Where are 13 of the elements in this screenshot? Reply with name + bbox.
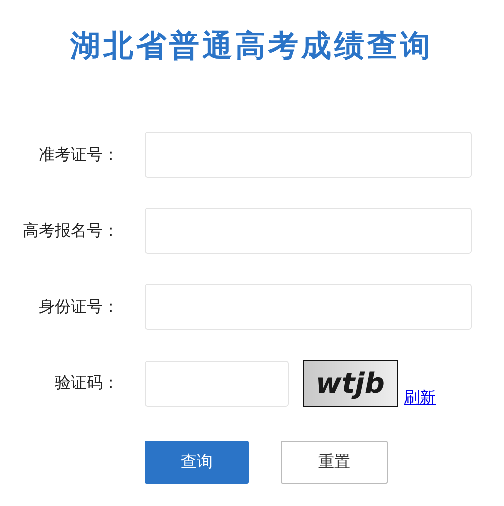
field-label: 准考证号： (39, 144, 120, 166)
query-button[interactable]: 查询 (145, 441, 249, 484)
input-field[interactable] (145, 208, 472, 254)
refresh-link[interactable]: 刷新 (404, 388, 436, 409)
captcha-image[interactable]: wtjb (303, 360, 398, 407)
field-label: 验证码： (55, 373, 120, 394)
reset-button[interactable]: 重置 (281, 441, 388, 484)
field-label: 身份证号： (39, 296, 120, 318)
field-label: 高考报名号： (23, 220, 120, 242)
input-field[interactable] (145, 284, 472, 330)
input-field[interactable] (145, 132, 472, 178)
page-title: 湖北省普通高考成绩查询 (69, 28, 434, 66)
captcha-input[interactable] (145, 361, 289, 407)
